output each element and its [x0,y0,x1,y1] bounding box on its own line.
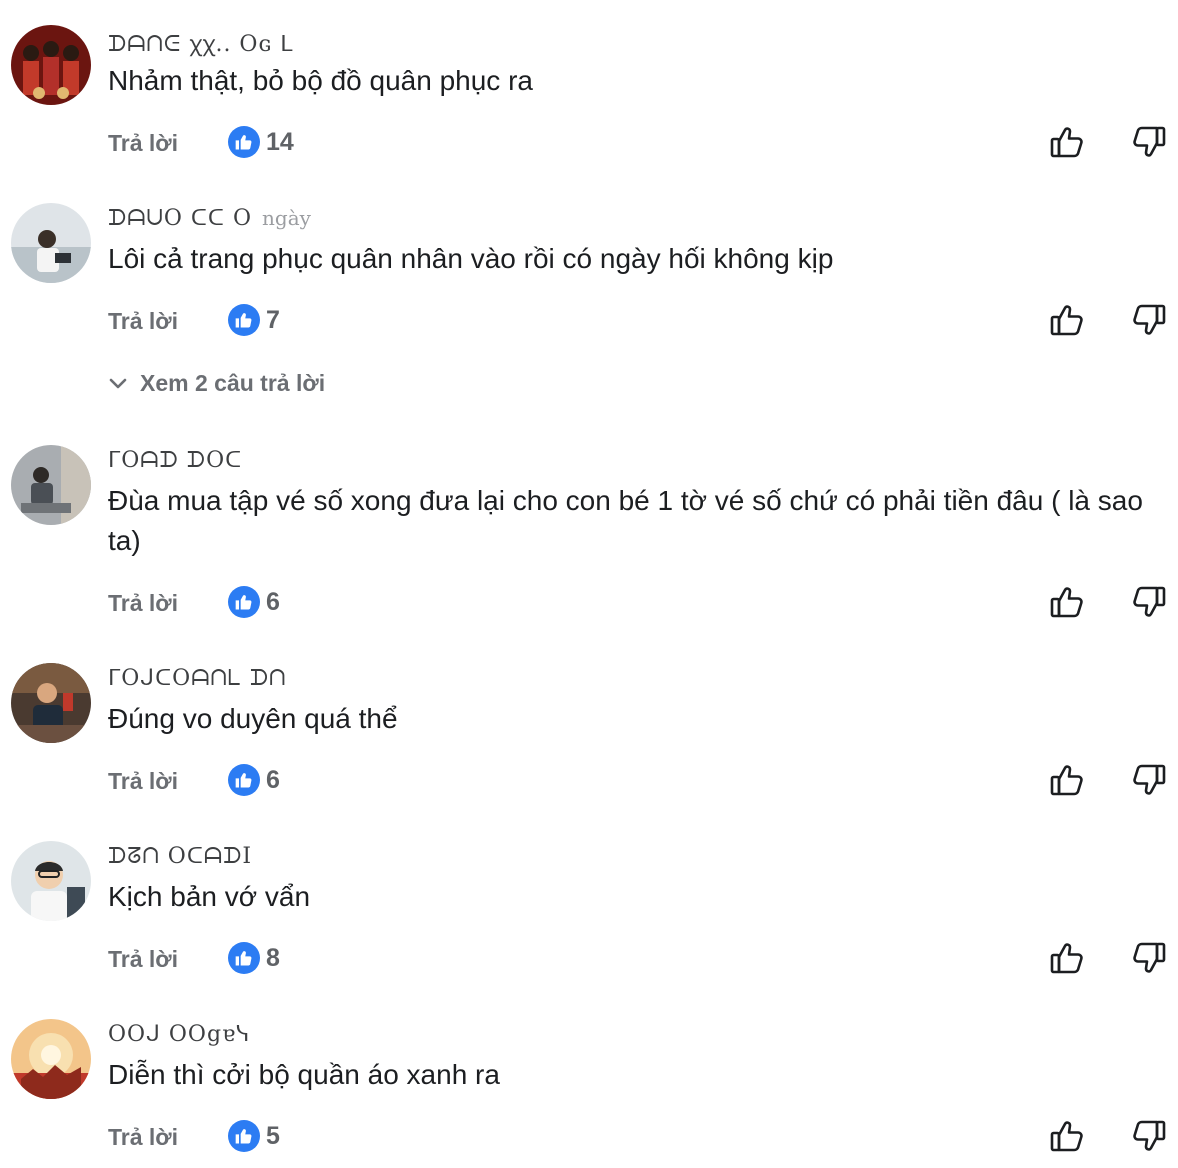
comment-author[interactable]: ᒥOᗩᗪ ᗪOᑕ [108,448,252,473]
comment-author[interactable]: OOᒍ OOgɐᓭ [108,1022,260,1047]
thumb-up-outline-icon[interactable] [1048,582,1088,622]
author-name[interactable]: ᗪᗩᑎᕮ ꭓꭓ.. Oɢ ᒪ [108,32,293,57]
thumb-down-outline-icon[interactable] [1128,122,1168,162]
comment-text: Đùa mua tập vé số xong đưa lại cho con b… [108,485,1143,556]
author-name[interactable]: ᗪᗩᑌO ᑕᑕ O [108,206,252,231]
thumb-up-outline-icon[interactable] [1048,1116,1088,1156]
comment-author[interactable]: ᗪᗩᑎᕮ ꭓꭓ.. Oɢ ᒪ [108,28,303,58]
view-replies-label: Xem 2 câu trả lời [140,370,326,396]
reply-button[interactable]: Trả lời [108,946,178,973]
thumb-down-outline-icon[interactable] [1128,938,1168,978]
thumbs-up-icon [228,304,260,336]
thumb-up-outline-icon[interactable] [1048,122,1088,162]
thumbs-up-icon [228,942,260,974]
reaction-summary[interactable]: 5 [228,1118,280,1154]
comment-actions: Trả lời 8 [108,940,1178,980]
thumbs-up-icon [228,126,260,158]
chevron-down-icon [109,378,127,388]
thumb-down-outline-icon[interactable] [1128,300,1168,340]
thumb-down-outline-icon[interactable] [1128,1116,1168,1156]
thumbs-up-icon [228,1120,260,1152]
reply-button[interactable]: Trả lời [108,130,178,157]
reply-button[interactable]: Trả lời [108,1124,178,1151]
comment-text: Diễn thì cởi bộ quần áo xanh ra [108,1059,500,1090]
avatar[interactable] [11,203,91,283]
comment-actions: Trả lời 5 [108,1118,1178,1158]
avatar[interactable] [11,445,91,525]
thumb-down-outline-icon[interactable] [1128,760,1168,800]
comment-actions: Trả lời 6 [108,584,1178,624]
like-count: 5 [266,1121,280,1150]
comment-author[interactable]: ᗪᗩᑌO ᑕᑕ O ngày [108,206,311,231]
reaction-summary[interactable]: 6 [228,584,280,620]
avatar[interactable] [11,1019,91,1099]
comment-time: ngày [262,206,311,230]
reaction-summary[interactable]: 14 [228,124,294,160]
comment-text: Nhảm thật, bỏ bộ đồ quân phục ra [108,65,533,96]
comment-text: Đúng vo duyên quá thể [108,703,398,734]
comment-actions: Trả lời 14 [108,124,1178,164]
author-name[interactable]: ᗪᘔᑎ OᑕᗩᗪI [108,844,252,869]
avatar[interactable] [11,841,91,921]
thumb-up-outline-icon[interactable] [1048,760,1088,800]
avatar[interactable] [11,663,91,743]
reply-button[interactable]: Trả lời [108,308,178,335]
reply-button[interactable]: Trả lời [108,768,178,795]
comment-author[interactable]: ᒥOᒍᑕOᗩᑎᒪ ᗪᑎ [108,666,296,691]
reaction-summary[interactable]: 8 [228,940,280,976]
view-replies-button[interactable]: Xem 2 câu trả lời [108,370,325,397]
reaction-summary[interactable]: 7 [228,302,280,338]
thumb-up-outline-icon[interactable] [1048,938,1088,978]
like-count: 7 [266,305,280,334]
author-name[interactable]: ᒥOᒍᑕOᗩᑎᒪ ᗪᑎ [108,666,286,691]
comment-text: Lôi cả trang phục quân nhân vào rồi có n… [108,243,834,274]
author-name[interactable]: ᒥOᗩᗪ ᗪOᑕ [108,448,242,473]
avatar[interactable] [11,25,91,105]
thumbs-up-icon [228,586,260,618]
reply-button[interactable]: Trả lời [108,590,178,617]
reaction-summary[interactable]: 6 [228,762,280,798]
thumb-up-outline-icon[interactable] [1048,300,1088,340]
comment-actions: Trả lời 6 [108,762,1178,802]
like-count: 8 [266,943,280,972]
comment-actions: Trả lời 7 [108,302,1178,342]
comment-author[interactable]: ᗪᘔᑎ OᑕᗩᗪI [108,844,262,869]
like-count: 14 [266,127,294,156]
like-count: 6 [266,765,280,794]
thumbs-up-icon [228,764,260,796]
author-name[interactable]: OOᒍ OOgɐᓭ [108,1022,250,1047]
like-count: 6 [266,587,280,616]
thumb-down-outline-icon[interactable] [1128,582,1168,622]
comment-text: Kịch bản vớ vẩn [108,881,311,912]
